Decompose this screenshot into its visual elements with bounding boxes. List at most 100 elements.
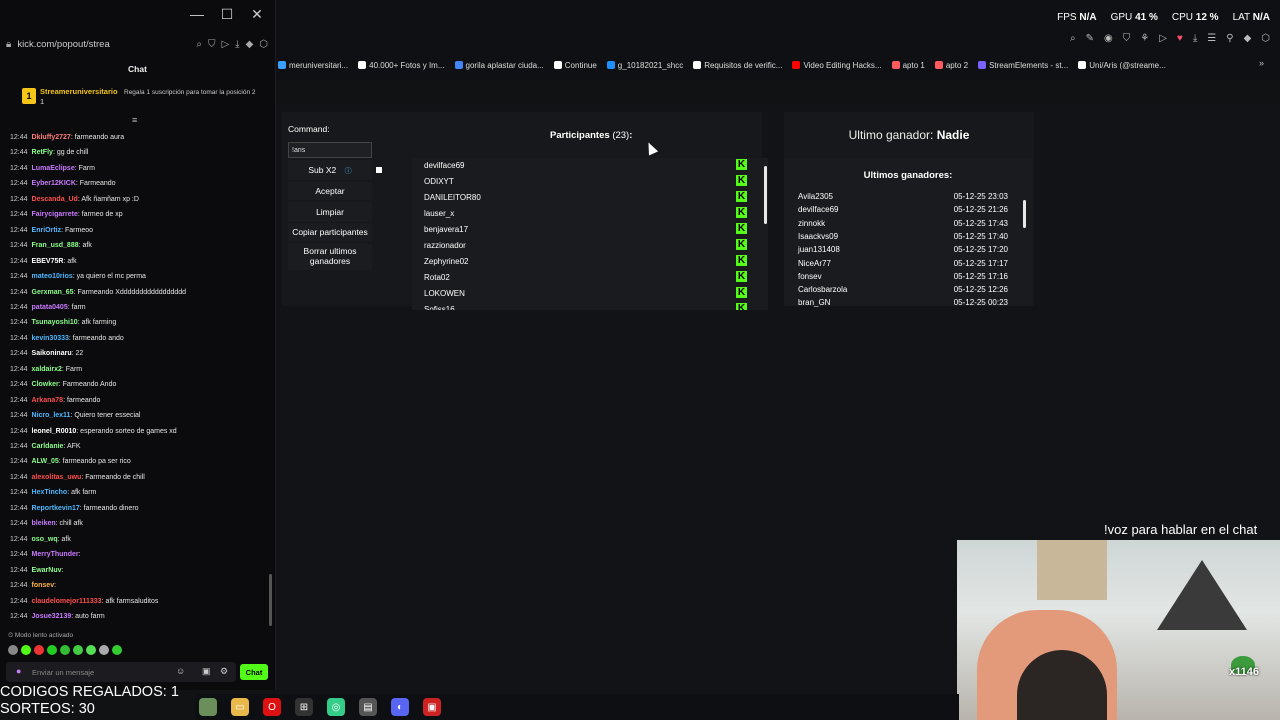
close-button[interactable]: ✕ xyxy=(249,6,265,23)
opera-icon[interactable]: O xyxy=(263,698,281,716)
bookmark-item[interactable]: Video Editing Hacks... xyxy=(792,61,882,70)
vpn-icon[interactable]: ⚘ xyxy=(1140,33,1149,44)
message-username[interactable]: Josue32139 xyxy=(32,613,72,620)
minimize-button[interactable]: — xyxy=(189,6,205,22)
message-username[interactable]: claudelomejor111333 xyxy=(32,598,102,605)
message-username[interactable]: Saikoninaru xyxy=(32,350,72,357)
emote-icon[interactable] xyxy=(99,645,109,655)
message-username[interactable]: Nicro_lex11 xyxy=(32,412,71,419)
clear-winners-button[interactable]: Borrar ultimos ganadores xyxy=(288,244,372,270)
emote-icon[interactable] xyxy=(112,645,122,655)
mic-icon[interactable]: ● xyxy=(16,666,21,676)
bookmark-item[interactable]: apto 1 xyxy=(891,61,925,70)
wallet-icon[interactable]: ⚲ xyxy=(1226,33,1233,44)
sub-x2-checkbox[interactable] xyxy=(376,167,382,173)
message-username[interactable]: ALW_05 xyxy=(32,458,59,465)
message-username[interactable]: Eyber12KICK xyxy=(32,180,76,187)
message-username[interactable]: Tsunayoshi10 xyxy=(32,319,78,326)
chat-message-input[interactable]: ● Enviar un mensaje ☺ ▣ ⚙ xyxy=(6,662,236,682)
game-app-icon[interactable]: ⊞ xyxy=(295,698,313,716)
bookmark-item[interactable]: 40.000+ Fotos y Im... xyxy=(358,61,445,70)
more-bookmarks-icon[interactable]: » xyxy=(1259,58,1264,68)
emote-icon[interactable] xyxy=(73,645,83,655)
bookmark-item[interactable]: meruniversitari... xyxy=(278,61,348,70)
message-username[interactable]: Dkluffy2727 xyxy=(32,134,71,141)
message-username[interactable]: RetFly xyxy=(32,149,53,156)
discord-icon[interactable]: ◐ xyxy=(391,698,409,716)
app-icon[interactable]: ▣ xyxy=(423,698,441,716)
collapse-icon[interactable]: ≡ xyxy=(132,115,137,125)
message-username[interactable]: alexolitas_uwu xyxy=(32,474,82,481)
shield-icon[interactable]: ⛉ xyxy=(1123,33,1131,44)
maximize-button[interactable]: ☐ xyxy=(219,6,235,23)
extension-icon[interactable]: ◆ xyxy=(1244,33,1252,44)
message-username[interactable]: Reportkevin17 xyxy=(32,505,80,512)
url-text[interactable]: kick.com/popout/strea xyxy=(17,39,109,50)
play-icon[interactable]: ▷ xyxy=(221,39,229,50)
send-chat-button[interactable]: Chat xyxy=(240,664,268,680)
window-app-icon[interactable]: ▤ xyxy=(359,698,377,716)
address-bar[interactable]: 🔒︎ kick.com/popout/strea ⌕ ⛉ ▷ ⤓ ◆ ⬡ xyxy=(6,34,268,54)
bookmark-item[interactable]: gorila aplastar ciuda... xyxy=(454,61,544,70)
download-icon[interactable]: ⤓ xyxy=(235,39,239,50)
folder-icon[interactable]: ▭ xyxy=(231,698,249,716)
message-username[interactable]: xaldairx2 xyxy=(32,366,62,373)
shield-icon[interactable]: ⛉ xyxy=(208,39,216,50)
participants-scrollbar[interactable] xyxy=(764,166,767,224)
chat-scrollbar[interactable] xyxy=(269,574,272,626)
cube-icon[interactable]: ⬡ xyxy=(1261,33,1270,44)
emote-icon[interactable] xyxy=(21,645,31,655)
message-username[interactable]: EBEV75R xyxy=(32,258,64,265)
message-username[interactable]: fonsev xyxy=(32,582,55,589)
bookmark-item[interactable]: Requisitos de verific... xyxy=(693,61,782,70)
copy-participants-button[interactable]: Copiar participantes xyxy=(288,223,372,241)
message-username[interactable]: Fairycigarrete xyxy=(32,211,78,218)
message-username[interactable]: MerryThunder xyxy=(32,551,79,558)
emoji-icon[interactable]: ☺ xyxy=(176,666,185,676)
message-username[interactable]: EnriOrtiz xyxy=(32,227,62,234)
message-username[interactable]: oso_wq xyxy=(32,536,58,543)
cube-icon[interactable]: ⬡ xyxy=(259,39,268,50)
emote-icon[interactable] xyxy=(8,645,18,655)
message-username[interactable]: LumaEclipse xyxy=(32,165,75,172)
emote-icon[interactable] xyxy=(34,645,44,655)
message-username[interactable]: Descanda_Ud xyxy=(32,196,78,203)
camera-icon[interactable]: ◉ xyxy=(1104,33,1113,44)
message-username[interactable]: Carldanie xyxy=(32,443,64,450)
sub-x2-toggle[interactable]: Sub X2 ⓘ xyxy=(288,160,372,180)
play-icon[interactable]: ▷ xyxy=(1159,33,1167,44)
edit-icon[interactable]: ✎ xyxy=(1086,33,1094,44)
clear-button[interactable]: Limpiar xyxy=(288,202,372,222)
zoom-icon[interactable]: ⌕ xyxy=(1070,33,1076,44)
emote-icon[interactable] xyxy=(60,645,70,655)
message-username[interactable]: patata0405 xyxy=(32,304,68,311)
extension-icon[interactable]: ◆ xyxy=(246,39,254,50)
gift-icon[interactable]: ▣ xyxy=(202,666,211,677)
emote-icon[interactable] xyxy=(86,645,96,655)
winners-scrollbar[interactable] xyxy=(1023,200,1026,228)
heart-icon[interactable]: ♥ xyxy=(1177,33,1183,44)
bookmark-item[interactable]: g_10182021_shcc xyxy=(606,61,683,70)
settings-icon[interactable]: ⚙ xyxy=(220,666,228,677)
chrome-icon[interactable]: ◎ xyxy=(327,698,345,716)
message-username[interactable]: leonel_R0010 xyxy=(32,428,77,435)
download-icon[interactable]: ⤓ xyxy=(1193,33,1197,44)
command-input[interactable] xyxy=(288,142,372,158)
emote-icon[interactable] xyxy=(47,645,57,655)
desktop-app-icon[interactable] xyxy=(199,698,217,716)
message-username[interactable]: bleiken xyxy=(32,520,56,527)
bookmark-item[interactable]: StreamElements - st... xyxy=(978,61,1068,70)
message-username[interactable]: Gerxman_65 xyxy=(32,289,74,296)
message-username[interactable]: HexTincho xyxy=(32,489,68,496)
message-username[interactable]: Clowker xyxy=(32,381,59,388)
message-username[interactable]: mateo10rios xyxy=(32,273,73,280)
bookmark-item[interactable]: Continue xyxy=(553,61,597,70)
search-icon[interactable]: ⌕ xyxy=(196,39,202,50)
message-username[interactable]: EwarNuv xyxy=(32,567,62,574)
bookmark-item[interactable]: apto 2 xyxy=(934,61,968,70)
list-icon[interactable]: ☰ xyxy=(1207,33,1216,44)
message-username[interactable]: kevin30333 xyxy=(32,335,69,342)
message-username[interactable]: Fran_usd_888 xyxy=(32,242,79,249)
bookmark-item[interactable]: Uni/Aris (@streame... xyxy=(1078,61,1166,70)
message-username[interactable]: Arkana78 xyxy=(32,397,64,404)
